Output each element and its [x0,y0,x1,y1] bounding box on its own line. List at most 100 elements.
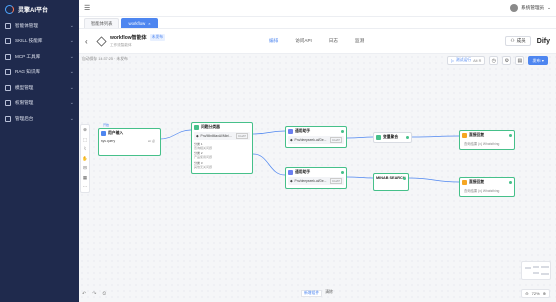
merge-icon [376,135,381,140]
header-tabs: 编排 访问API 日志 监测 [269,38,364,44]
bottom-actions: 新增组件 清除 [301,290,333,297]
success-dot [509,134,512,137]
node-answer-1[interactable]: 直接回复 查询结果 {x} Whatsthing [459,130,515,150]
history-tools: ↶ ↷ ⏲ [82,291,106,297]
node-model: Pro/MiniMaxAI/Mini... [200,134,232,138]
chevron-down-icon: ⌄ [69,69,74,76]
page-tabs: 智能体列表 workflow × [79,17,556,29]
zoom-control: ⊖ 72% ⊕ [521,289,550,298]
node-title: 直接回复 [469,133,485,137]
node-text: 查询结果 {x} Whatsthing [464,189,500,193]
sidebar-item-label: 管理后台 [15,115,34,121]
node-merge[interactable]: 变量聚合 [373,132,412,143]
sidebar-item-skill[interactable]: SKILL 技能库 ⌄ [0,34,79,50]
gear-icon [5,115,11,122]
sidebar-item-rag[interactable]: RAG 知识库 ⌄ [0,65,79,81]
chevron-down-icon: ⌄ [547,5,551,10]
redo-icon[interactable]: ↷ [92,291,96,297]
skill-icon [5,38,11,45]
chevron-down-icon: ⌄ [69,115,74,122]
model-tag: CHAT [330,137,342,143]
tab-label: 智能体列表 [91,20,113,26]
node-title: 通用助手 [295,170,311,174]
logo-icon [5,4,14,14]
sidebar-item-label: 智能体管理 [15,22,38,28]
node-var-type: str 必 [147,139,155,143]
node-classifier[interactable]: 问题分类器 ◆ Pro/MiniMaxAI/Mini... CHAT 分类 1 查询相… [191,122,253,174]
node-search[interactable]: MINAB SEARCH [373,173,409,191]
workflow-canvas[interactable]: 自动保存 14:37:25 · 未发布 ▷ 测试运行 Alt R ◷ ⚙ ▤ 发布 … [79,54,556,302]
dify-logo: Dify [536,37,550,45]
user-icon: ⚇ [510,38,515,43]
success-dot [509,181,512,184]
status-badge: 未发布 [149,34,166,42]
node-model: Pro/deepseek-ai/De... [294,179,327,183]
success-dot [403,177,406,180]
tab-api[interactable]: 访问API [295,38,312,44]
model-icon [5,84,11,91]
node-start[interactable]: 开始 用户输入 sys.query str 必 [98,123,161,156]
node-llm-2[interactable]: 通用助手 ◆ Pro/deepseek-ai/De... CHAT [285,167,347,189]
tab-monitor[interactable]: 监测 [355,38,364,44]
model-tag: CHAT [236,133,248,139]
close-icon[interactable]: × [148,21,150,26]
page-title: workflow智能体 [110,35,147,42]
top-bar: ☰ 系统管理员 ⌄ [79,0,556,17]
node-text: 查询结果 {x} Whatsthing [464,142,500,146]
edge [159,129,192,140]
chevron-down-icon: ⌄ [69,22,74,29]
model-icon: ◆ [290,138,293,142]
sidebar-item-permissions[interactable]: 权限管理 ⌄ [0,96,79,112]
chevron-down-icon: ⌄ [69,53,74,60]
clear-button[interactable]: 清除 [325,290,333,297]
add-component-button[interactable]: 新增组件 [301,290,323,297]
minimap[interactable] [521,261,551,280]
menu-icon[interactable]: ☰ [84,4,90,12]
member-button[interactable]: ⚇ 成员 [505,36,531,46]
chevron-down-icon: ⌄ [69,100,74,107]
model-tag: CHAT [330,178,342,184]
chevron-down-icon: ⌄ [69,38,74,45]
tab-workflow[interactable]: workflow × [121,18,158,28]
back-button[interactable]: ‹ [85,37,95,46]
zoom-level[interactable]: 72% [532,291,540,296]
book-icon [5,69,11,76]
edge [411,135,460,138]
node-answer-2[interactable]: 直接回复 查询结果 {x} Whatsthing [459,177,515,197]
sidebar-item-label: 权限管理 [15,100,34,106]
tab-agent-list[interactable]: 智能体列表 [84,18,120,28]
edge [408,177,460,183]
edge [346,176,374,179]
chevron-down-icon: ⌄ [69,84,74,91]
success-dot [341,171,344,174]
sidebar: 灵擎AI平台 智能体管理 ⌄ SKILL 技能库 ⌄ MCP 工具库 ⌄ RAG… [0,0,79,302]
sidebar-item-models[interactable]: 模型管理 ⌄ [0,80,79,96]
zoom-in-icon[interactable]: ⊕ [543,291,546,296]
case-text: 产品使用问题 [194,155,213,159]
case-text: 其他无关问题 [194,164,213,169]
tool-icon [5,53,11,60]
case-text: 查询相关问题 [194,145,213,150]
success-dot [341,130,344,133]
sidebar-item-label: 模型管理 [15,84,34,90]
title-block: workflow智能体 未发布 工作流智能体 [110,34,166,48]
tab-logs[interactable]: 日志 [329,38,338,44]
zoom-out-icon[interactable]: ⊖ [525,291,528,296]
node-llm-1[interactable]: 通用助手 ◆ Pro/deepseek-ai/De... CHAT [285,126,347,148]
undo-icon[interactable]: ↶ [82,291,86,297]
node-title: 问题分类器 [201,125,220,129]
node-title: 通用助手 [295,129,311,133]
user-menu[interactable]: 系统管理员 ⌄ [510,4,551,12]
edge [252,153,286,176]
sidebar-item-mcp[interactable]: MCP 工具库 ⌄ [0,49,79,65]
sidebar-item-admin[interactable]: 管理后台 ⌄ [0,111,79,127]
sidebar-item-agents[interactable]: 智能体管理 ⌄ [0,18,79,34]
history-icon[interactable]: ⏲ [102,291,106,297]
tab-orchestrate[interactable]: 编排 [269,38,278,44]
node-title: 用户输入 [108,131,124,135]
sidebar-item-label: SKILL 技能库 [15,38,43,44]
avatar [510,4,519,12]
robot-icon [5,22,11,29]
answer-icon [462,180,467,185]
brand[interactable]: 灵擎AI平台 [0,0,79,18]
